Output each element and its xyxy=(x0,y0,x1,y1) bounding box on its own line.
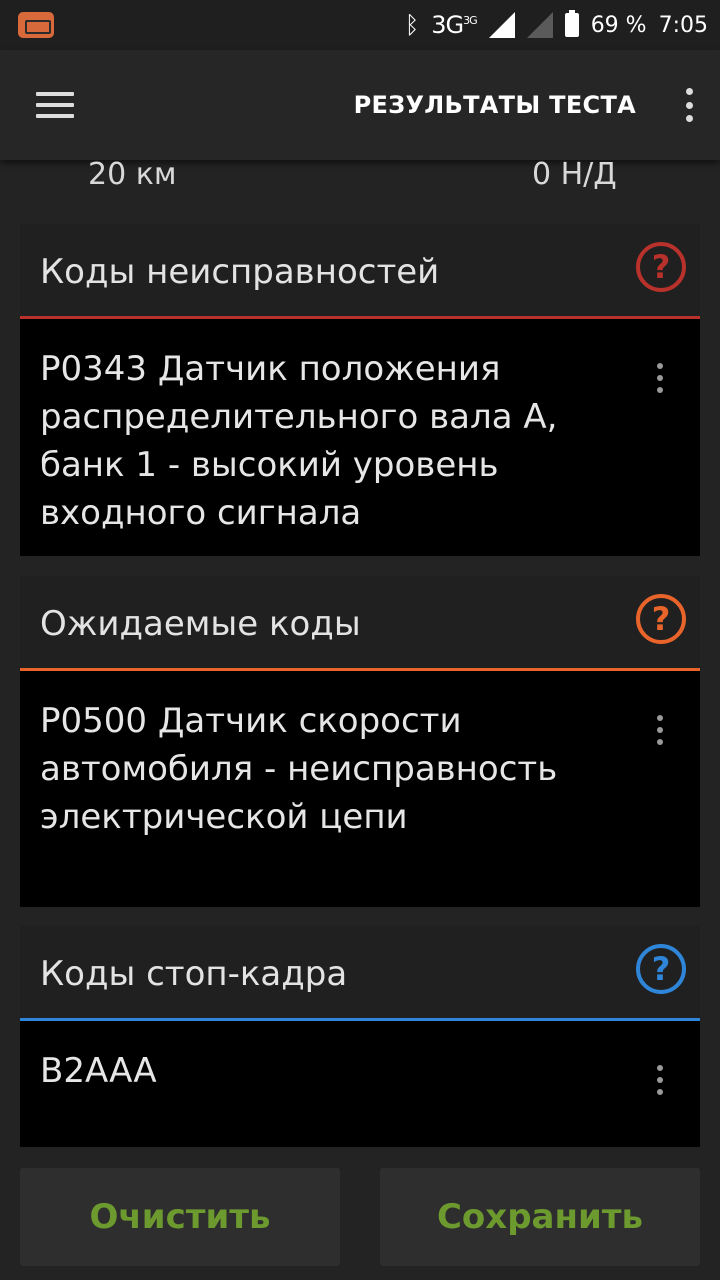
code-description: B2AAA xyxy=(40,1051,157,1091)
item-menu-icon[interactable] xyxy=(656,363,664,393)
freeze-frame-section: Коды стоп-кадра ? B2AAA xyxy=(20,926,700,1147)
pending-codes-section: Ожидаемые коды ? P0500 Датчик скорости а… xyxy=(20,576,700,907)
section-title: Ожидаемые коды xyxy=(40,603,361,644)
distance-value: 20 км xyxy=(88,157,177,192)
code-description: P0500 Датчик скорости автомобиля - неисп… xyxy=(40,701,558,837)
list-item[interactable]: P0343 Датчик положения распределительног… xyxy=(20,319,700,563)
status-icons: ᛒ 3G3G 69 % 7:05 xyxy=(404,10,708,39)
page-title: РЕЗУЛЬТАТЫ ТЕСТА xyxy=(353,91,636,119)
stats-row: 20 км 0 Н/Д xyxy=(0,155,720,200)
code-description: P0343 Датчик положения распределительног… xyxy=(40,349,558,533)
network-label: 3G xyxy=(431,11,464,39)
menu-icon[interactable] xyxy=(36,92,74,118)
bluetooth-icon: ᛒ xyxy=(404,11,420,39)
help-icon[interactable]: ? xyxy=(636,594,686,644)
app-toolbar: РЕЗУЛЬТАТЫ ТЕСТА xyxy=(0,50,720,160)
network-sup-label: 3G xyxy=(463,14,477,27)
section-header: Коды стоп-кадра ? xyxy=(20,926,700,1021)
list-item[interactable]: P0500 Датчик скорости автомобиля - неисп… xyxy=(20,671,700,867)
save-button[interactable]: Сохранить xyxy=(380,1168,700,1266)
battery-icon xyxy=(564,10,579,37)
network-type: 3G3G xyxy=(431,11,477,39)
help-icon[interactable]: ? xyxy=(636,242,686,292)
signal-strength-empty-icon xyxy=(526,12,553,38)
section-header: Коды неисправностей ? xyxy=(20,224,700,319)
section-title: Коды стоп-кадра xyxy=(40,953,348,994)
fault-codes-section: Коды неисправностей ? P0343 Датчик полож… xyxy=(20,224,700,556)
list-item[interactable]: B2AAA xyxy=(20,1021,700,1121)
section-header: Ожидаемые коды ? xyxy=(20,576,700,671)
status-bar: ᛒ 3G3G 69 % 7:05 xyxy=(0,0,720,50)
clock: 7:05 xyxy=(658,12,708,38)
status-value: 0 Н/Д xyxy=(532,157,617,192)
clear-button[interactable]: Очистить xyxy=(20,1168,340,1266)
help-icon[interactable]: ? xyxy=(636,944,686,994)
battery-percent: 69 % xyxy=(590,12,647,38)
section-title: Коды неисправностей xyxy=(40,251,440,292)
item-menu-icon[interactable] xyxy=(656,1065,664,1095)
app-notification-icon xyxy=(18,12,54,38)
overflow-menu-icon[interactable] xyxy=(684,88,694,122)
signal-strength-icon xyxy=(488,12,515,38)
item-menu-icon[interactable] xyxy=(656,715,664,745)
